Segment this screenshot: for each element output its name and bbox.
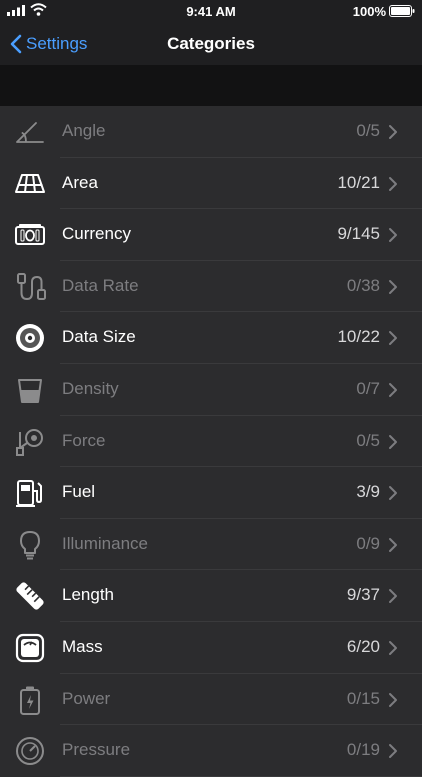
category-count: 0/7 xyxy=(356,378,380,398)
pressure-icon xyxy=(16,737,44,766)
chevron-right-icon xyxy=(389,331,397,346)
category-label: Force xyxy=(62,430,106,450)
category-count: 10/22 xyxy=(337,327,380,347)
category-count: 3/9 xyxy=(356,482,380,502)
category-row-length[interactable]: Length 9/37 xyxy=(0,570,422,622)
category-row-angle[interactable]: Angle 0/5 xyxy=(0,106,422,158)
category-row-data-size[interactable]: Data Size 10/22 xyxy=(0,312,422,364)
category-count: 0/5 xyxy=(356,430,380,450)
chevron-right-icon xyxy=(389,382,397,397)
chevron-right-icon xyxy=(389,176,397,191)
category-label: Data Rate xyxy=(62,275,139,295)
category-label: Angle xyxy=(62,121,106,140)
area-icon xyxy=(15,173,45,193)
category-label: Data Size xyxy=(62,327,136,347)
navigation-bar: Settings Categories xyxy=(0,22,422,65)
category-label: Density xyxy=(62,378,119,398)
category-count: 10/21 xyxy=(337,172,380,192)
category-count: 0/15 xyxy=(346,688,380,708)
category-row-pressure[interactable]: Pressure 0/19 xyxy=(0,725,422,777)
chevron-right-icon xyxy=(389,744,397,759)
category-row-area[interactable]: Area 10/21 xyxy=(0,158,422,210)
chevron-right-icon xyxy=(389,125,397,139)
chevron-right-icon xyxy=(389,692,397,707)
header-band xyxy=(0,65,422,106)
fuel-icon xyxy=(16,480,42,508)
category-row-mass[interactable]: Mass 6/20 xyxy=(0,622,422,674)
currency-icon xyxy=(15,224,45,246)
category-count: 0/38 xyxy=(346,275,380,295)
force-icon xyxy=(16,428,43,456)
data-rate-icon xyxy=(17,272,46,300)
data-size-icon xyxy=(16,324,44,353)
category-count: 6/20 xyxy=(346,636,380,656)
chevron-right-icon xyxy=(389,640,397,655)
category-row-force[interactable]: Force 0/5 xyxy=(0,416,422,468)
page-title: Categories xyxy=(167,34,255,53)
category-label: Area xyxy=(62,172,98,192)
length-icon xyxy=(16,582,44,610)
chevron-right-icon xyxy=(389,279,397,294)
category-count: 9/37 xyxy=(346,585,380,605)
category-list: Angle 0/5 Area 10/21 Currency 9/145 Data Rate 0… xyxy=(0,106,422,777)
power-icon xyxy=(20,686,40,715)
chevron-right-icon xyxy=(389,537,397,552)
chevron-right-icon xyxy=(389,434,397,449)
category-row-currency[interactable]: Currency 9/145 xyxy=(0,209,422,261)
category-count: 9/145 xyxy=(337,224,380,244)
chevron-right-icon xyxy=(389,228,397,243)
battery-icon xyxy=(389,5,415,17)
category-count: 0/5 xyxy=(356,121,380,140)
category-label: Fuel xyxy=(62,482,96,502)
category-row-fuel[interactable]: Fuel 3/9 xyxy=(0,467,422,519)
angle-icon xyxy=(16,122,44,143)
density-icon xyxy=(18,378,42,403)
category-row-density[interactable]: Density 0/7 xyxy=(0,364,422,416)
mass-icon xyxy=(15,633,45,663)
chevron-right-icon xyxy=(389,486,397,501)
category-count: 0/9 xyxy=(356,533,380,553)
category-label: Mass xyxy=(62,636,103,656)
status-bar: 9:41 AM 100% xyxy=(0,0,422,22)
category-label: Length xyxy=(62,585,114,605)
chevron-right-icon xyxy=(389,589,397,604)
category-row-illuminance[interactable]: Illuminance 0/9 xyxy=(0,519,422,571)
category-label: Power xyxy=(62,688,111,708)
category-label: Currency xyxy=(62,224,131,244)
category-label: Illuminance xyxy=(62,533,148,553)
illuminance-icon xyxy=(20,530,40,560)
battery-percentage: 100% xyxy=(352,4,386,19)
category-row-power[interactable]: Power 0/15 xyxy=(0,674,422,726)
category-row-data-rate[interactable]: Data Rate 0/38 xyxy=(0,261,422,313)
category-count: 0/19 xyxy=(346,740,380,760)
category-label: Pressure xyxy=(62,740,131,760)
